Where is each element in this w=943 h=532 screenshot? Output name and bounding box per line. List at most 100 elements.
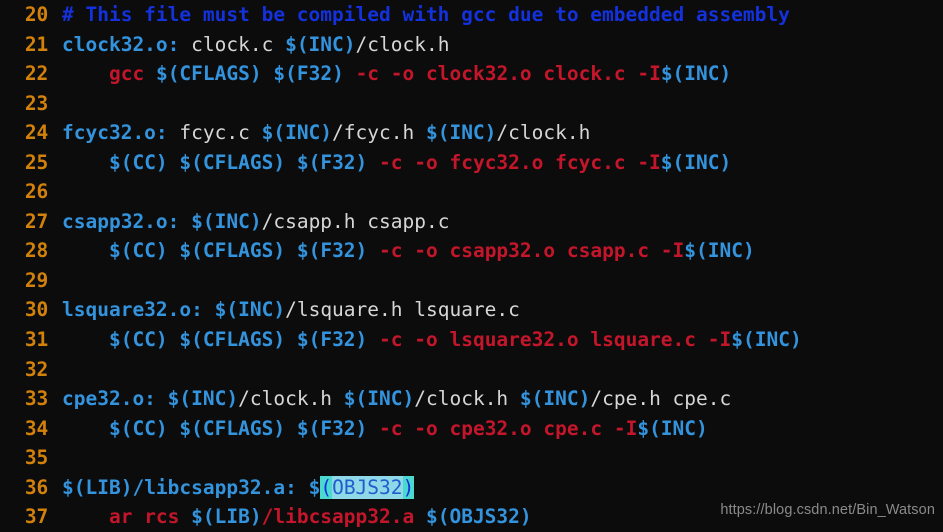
code-line[interactable]: 31 $(CC) $(CFLAGS) $(F32) -c -o lsquare3… [0,325,943,355]
code-token: $(CFLAGS) [179,328,286,352]
line-content[interactable]: $(CC) $(CFLAGS) $(F32) -c -o fcyc32.o fc… [48,148,731,178]
code-token: $ [308,475,321,499]
code-token: $(CC) [108,328,168,352]
code-token: /clock.h [238,387,344,411]
code-token: $(INC) [660,150,732,174]
line-content[interactable]: csapp32.o: $(INC)/csapp.h csapp.c [48,207,449,237]
code-token: lsquare32.o: [62,298,203,322]
code-line[interactable]: 30 lsquare32.o: $(INC)/lsquare.h lsquare.… [0,295,943,325]
line-content[interactable]: clock32.o: clock.c $(INC)/clock.h [48,30,449,60]
code-line[interactable]: 20 # This file must be compiled with gcc … [0,0,943,30]
code-token: -c -o cpe32.o cpe.c -I [367,416,638,440]
code-token: fcyc32.o: [62,121,168,145]
code-token: $(INC) [519,387,591,411]
code-token: cpe32.o: [62,387,156,411]
line-number: 27 [24,209,48,233]
line-number: 36 [24,475,48,499]
code-token: $(CC) [108,239,168,263]
line-content[interactable] [48,443,74,473]
code-token: $(INC) [660,62,732,86]
code-token: $(INC) [191,209,262,233]
code-token: /libcsapp32.a [261,505,415,529]
line-number: 37 [24,505,48,529]
line-number: 31 [24,328,48,352]
line-content[interactable] [48,89,74,119]
code-line[interactable]: 33 cpe32.o: $(INC)/clock.h $(INC)/clock.h… [0,384,943,414]
code-line[interactable]: 27 csapp32.o: $(INC)/csapp.h csapp.c [0,207,943,237]
code-token: gcc [108,62,145,86]
code-token: $(CFLAGS) [179,150,286,174]
code-token: clock32.o: [62,32,180,56]
line-content[interactable]: $(CC) $(CFLAGS) $(F32) -c -o cpe32.o cpe… [48,414,708,444]
line-content[interactable]: $(CC) $(CFLAGS) $(F32) -c -o csapp32.o c… [48,236,755,266]
code-token: # This file must be compiled with gcc du… [62,3,790,26]
code-line[interactable]: 28 $(CC) $(CFLAGS) $(F32) -c -o csapp32.… [0,236,943,266]
code-line[interactable]: 32 [0,355,943,385]
code-line[interactable]: 26 [0,177,943,207]
code-token: $(INC) [285,32,356,56]
code-editor-pane[interactable]: 20 # This file must be compiled with gcc … [0,0,943,532]
code-token: ar rcs [108,505,192,529]
line-number: 35 [24,446,48,470]
line-number: 23 [24,91,48,115]
code-token: clock.c [179,32,286,56]
line-number: 26 [24,180,48,204]
line-number: 20 [24,3,48,26]
code-token: $(INC) [261,121,333,145]
code-line[interactable]: 34 $(CC) $(CFLAGS) $(F32) -c -o cpe32.o … [0,414,943,444]
code-token: -c -o lsquare32.o lsquare.c -I [367,328,732,352]
line-content[interactable]: # This file must be compiled with gcc du… [48,0,790,30]
code-token: fcyc.c [167,121,262,145]
code-lines-container[interactable]: 20 # This file must be compiled with gcc … [0,0,943,532]
code-token: /clock.h [496,121,591,145]
line-number: 25 [24,150,48,174]
line-content[interactable]: fcyc32.o: fcyc.c $(INC)/fcyc.h $(INC)/cl… [48,118,590,148]
line-content[interactable] [48,355,74,385]
code-token: $(CC) [108,416,168,440]
code-token: $(F32) [296,150,368,174]
code-token: -c -o clock32.o clock.c -I [343,62,661,86]
line-content[interactable]: cpe32.o: $(INC)/clock.h $(INC)/clock.h $… [48,384,731,414]
code-line[interactable]: 25 $(CC) $(CFLAGS) $(F32) -c -o fcyc32.o… [0,148,943,178]
code-token: $(CFLAGS) [179,416,286,440]
code-token: $(CC) [108,150,168,174]
code-line[interactable]: 35 [0,443,943,473]
line-content[interactable]: gcc $(CFLAGS) $(F32) -c -o clock32.o clo… [48,59,731,89]
line-content[interactable] [48,266,74,296]
code-line[interactable]: 24 fcyc32.o: fcyc.c $(INC)/fcyc.h $(INC)/… [0,118,943,148]
line-number: 32 [24,357,48,381]
code-token: /clock.h [414,387,520,411]
line-content[interactable]: $(LIB)/libcsapp32.a: $(OBJS32) [48,473,415,503]
code-token: /csapp.h csapp.c [261,209,450,233]
code-token: $(INC) [637,416,708,440]
code-token: $(CFLAGS) [179,239,286,263]
line-content[interactable]: lsquare32.o: $(INC)/lsquare.h lsquare.c [48,295,520,325]
code-line[interactable]: 29 [0,266,943,296]
line-content[interactable]: $(CC) $(CFLAGS) $(F32) -c -o lsquare32.o… [48,325,802,355]
line-number: 33 [24,387,48,411]
code-line[interactable]: 23 [0,89,943,119]
line-content[interactable] [48,177,74,207]
line-content[interactable]: ar rcs $(LIB)/libcsapp32.a $(OBJS32) [48,502,532,532]
line-number: 28 [24,239,48,263]
line-number: 29 [24,268,48,292]
code-line[interactable]: 22 gcc $(CFLAGS) $(F32) -c -o clock32.o … [0,59,943,89]
code-line[interactable]: 21 clock32.o: clock.c $(INC)/clock.h [0,30,943,60]
